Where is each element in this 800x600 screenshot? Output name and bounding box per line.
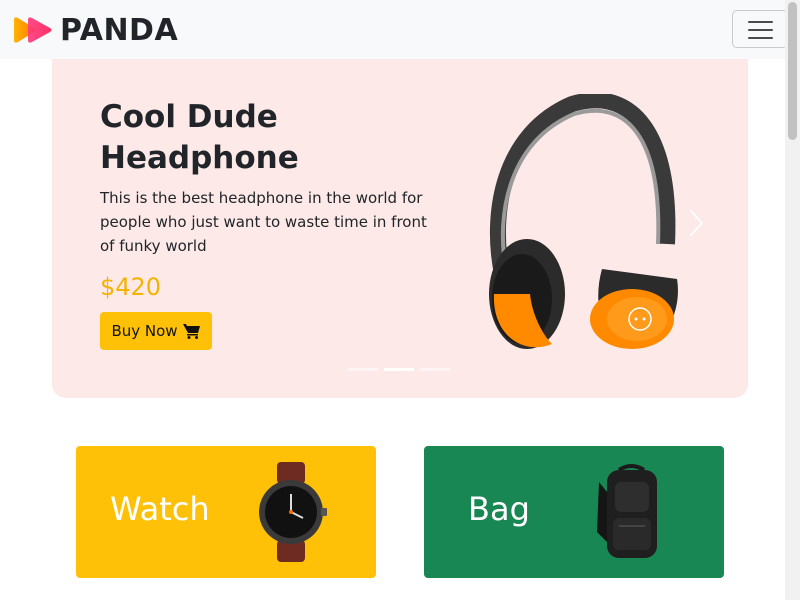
hero-title: Cool Dude Headphone <box>100 99 299 176</box>
menu-toggle-button[interactable] <box>732 10 788 48</box>
hero-price: $420 <box>100 273 162 301</box>
buy-now-button[interactable]: Buy Now <box>100 312 212 350</box>
category-label-bag: Bag <box>468 490 530 528</box>
navbar: PANDA <box>0 0 800 59</box>
backpack-image <box>597 464 657 558</box>
carousel-next-icon[interactable] <box>686 207 706 239</box>
play-triangles-logo-icon <box>14 17 52 43</box>
carousel-indicator-1[interactable] <box>348 368 378 371</box>
carousel-indicator-3[interactable] <box>420 368 450 371</box>
category-label-watch: Watch <box>110 490 210 528</box>
carousel-indicator-2[interactable] <box>384 368 414 371</box>
hamburger-menu-icon <box>748 29 773 31</box>
brand-link[interactable]: PANDA <box>12 12 178 48</box>
brand-name: PANDA <box>60 12 179 48</box>
category-card-bag[interactable]: Bag <box>424 446 724 578</box>
wristwatch-image <box>259 462 327 562</box>
hamburger-menu-icon <box>748 21 773 23</box>
hero-description: This is the best headphone in the world … <box>100 189 427 255</box>
cart-icon <box>182 324 200 339</box>
buy-now-label: Buy Now <box>111 322 178 340</box>
page-scrollbar-thumb[interactable] <box>788 2 797 140</box>
headphone-image <box>489 94 678 349</box>
hamburger-menu-icon <box>748 37 773 39</box>
hero-carousel: Cool Dude Headphone This is the best hea… <box>52 59 748 398</box>
carousel-indicators <box>348 368 450 371</box>
category-card-watch[interactable]: Watch <box>76 446 376 578</box>
